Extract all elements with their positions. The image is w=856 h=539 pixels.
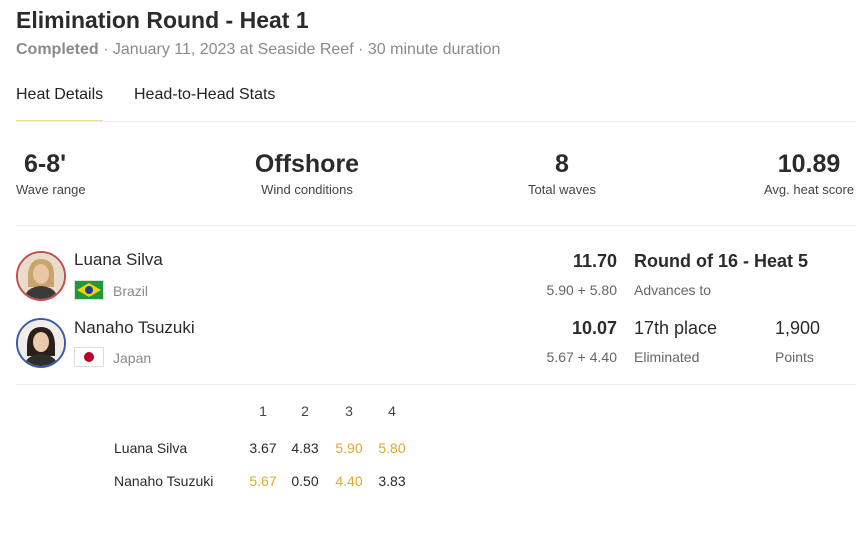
tabs-divider [16, 121, 856, 122]
heat-details: · January 11, 2023 at Seaside Reef · 30 … [98, 41, 501, 58]
points-label: Points [775, 349, 814, 365]
stat-label: Avg. heat score [763, 182, 855, 197]
heat-subtitle: Completed · January 11, 2023 at Seaside … [16, 41, 500, 59]
result-place: 17th place [634, 318, 718, 338]
wave-score-counting: 4.40 [335, 473, 363, 489]
wave-score-counting: 5.67 [249, 473, 277, 489]
wave-header: 3 [345, 403, 353, 419]
wave-row-name: Luana Silva [114, 440, 188, 456]
wave-row-name: Nanaho Tsuzuki [114, 473, 214, 489]
japan-flag-icon [74, 347, 104, 367]
result-label: Advances to [634, 282, 712, 298]
surfers-divider [16, 384, 856, 385]
surfer-name[interactable]: Nanaho Tsuzuki [74, 318, 195, 338]
heat-total-score: 11.70 [572, 251, 617, 271]
avatar[interactable] [16, 251, 66, 301]
heat-total-score: 10.07 [571, 318, 617, 338]
stat-label: Wave range [16, 182, 86, 197]
wave-header: 1 [259, 403, 267, 419]
stat-total-waves: 8 Total waves [514, 150, 610, 197]
brazil-flag-icon [74, 280, 104, 300]
wave-header: 4 [388, 403, 396, 419]
score-breakdown: 5.67 + 4.40 [546, 349, 617, 365]
wave-score: 4.83 [291, 440, 319, 456]
tab-head-to-head-stats[interactable]: Head-to-Head Stats [134, 86, 275, 104]
points-value: 1,900 [775, 318, 821, 338]
surfer-country: Japan [113, 350, 152, 366]
avatar[interactable] [16, 318, 66, 368]
wave-score-counting: 5.80 [378, 440, 406, 456]
status-label: Completed [16, 41, 99, 58]
stat-value: Offshore [254, 150, 360, 178]
stats-divider [16, 225, 856, 226]
tab-heat-details[interactable]: Heat Details [16, 86, 104, 122]
wave-score: 0.50 [291, 473, 319, 489]
stat-value: 10.89 [777, 150, 841, 178]
score-breakdown: 5.90 + 5.80 [546, 282, 617, 298]
surfer-country: Brazil [113, 283, 149, 299]
surfer-photo [18, 253, 64, 299]
stat-label: Wind conditions [261, 182, 353, 197]
surfer-photo [18, 320, 64, 366]
stat-value: 6-8' [24, 150, 67, 178]
stat-wind: Offshore Wind conditions [246, 150, 368, 197]
result-advance[interactable]: Round of 16 - Heat 5 [634, 251, 808, 272]
page-title: Elimination Round - Heat 1 [16, 7, 309, 33]
wave-header: 2 [301, 403, 309, 419]
surfer-name[interactable]: Luana Silva [74, 250, 163, 270]
stat-avg-heat-score: 10.89 Avg. heat score [756, 150, 856, 197]
stat-wave-range: 6-8' Wave range [16, 150, 86, 197]
stat-label: Total waves [528, 182, 596, 197]
wave-score: 3.67 [249, 440, 277, 456]
wave-score-counting: 5.90 [335, 440, 363, 456]
stat-value: 8 [555, 150, 569, 178]
result-label: Eliminated [634, 349, 700, 365]
wave-score: 3.83 [378, 473, 406, 489]
